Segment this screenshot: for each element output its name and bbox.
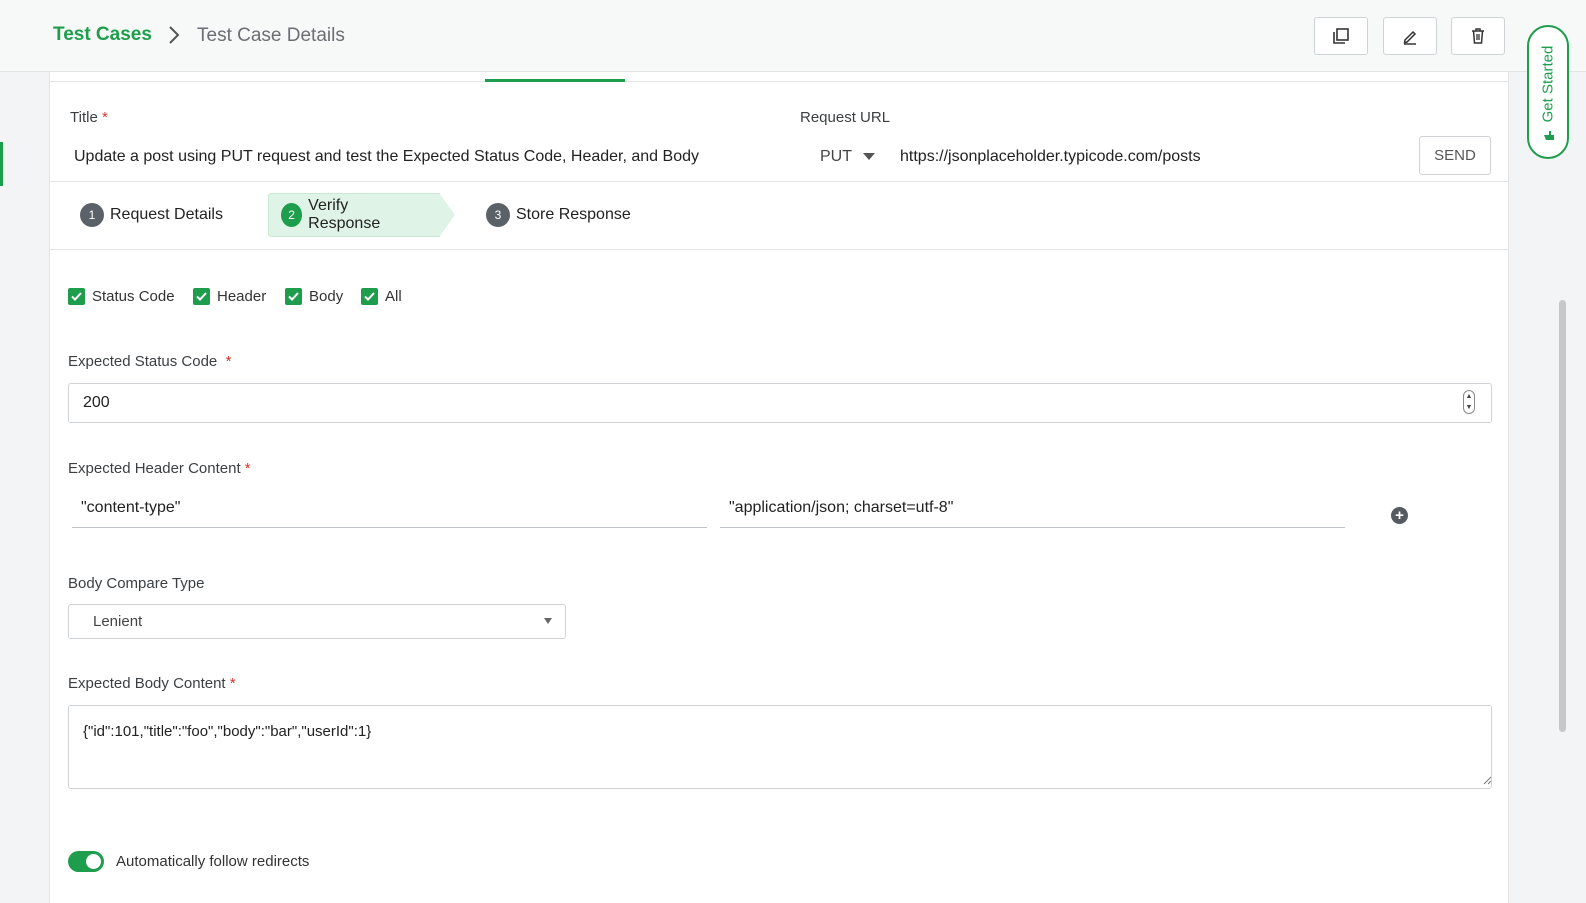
checkbox-label: Status Code (92, 288, 175, 305)
checkbox-label: All (385, 288, 402, 305)
divider (50, 181, 1508, 182)
get-started-button[interactable]: Get Started (1527, 25, 1569, 159)
step-verify-response[interactable]: 2 Verify Response (268, 193, 440, 237)
checkbox-header[interactable]: Header (193, 288, 266, 305)
duplicate-button[interactable] (1314, 17, 1368, 55)
delete-button[interactable] (1451, 17, 1505, 55)
send-button[interactable]: SEND (1419, 136, 1491, 175)
status-code-input[interactable] (68, 383, 1492, 423)
checkbox-checked-icon (285, 288, 302, 305)
nav-active-indicator (0, 142, 3, 186)
follow-redirects-toggle[interactable] (68, 851, 104, 872)
active-tab-indicator (485, 79, 625, 82)
body-compare-select[interactable] (68, 604, 566, 639)
checkbox-status-code[interactable]: Status Code (68, 288, 175, 305)
trash-icon (1472, 28, 1484, 44)
checkbox-checked-icon (193, 288, 210, 305)
status-code-label: Expected Status Code * (68, 353, 232, 370)
title-label: Title * (70, 109, 108, 126)
step-arrow (439, 193, 455, 237)
add-header-icon[interactable]: + (1391, 507, 1408, 524)
header-key-value: "content-type" (81, 499, 181, 516)
follow-redirects-label: Automatically follow redirects (116, 853, 310, 870)
step-number: 3 (486, 203, 510, 227)
step-store-response[interactable]: 3 Store Response (486, 193, 631, 237)
checkbox-body[interactable]: Body (285, 288, 343, 305)
number-spinner[interactable]: ▲ ▼ (1463, 390, 1475, 414)
step-number: 2 (281, 203, 303, 227)
body-compare-value: Lenient (93, 613, 143, 630)
step-label: Request Details (110, 206, 223, 223)
body-content-value: {"id":101,"title":"foo","body":"bar","us… (83, 723, 372, 740)
checkbox-label: Body (309, 288, 344, 305)
toggle-knob (86, 854, 101, 869)
step-number: 1 (80, 203, 104, 227)
divider (50, 249, 1508, 250)
breadcrumb-test-cases-link[interactable]: Test Cases (53, 24, 152, 46)
checkbox-checked-icon (361, 288, 378, 305)
get-started-label: Get Started (1539, 45, 1557, 123)
top-bar: Test Cases Test Case Details (0, 0, 1586, 72)
edit-icon (1403, 30, 1417, 45)
checkbox-label: Header (217, 288, 267, 305)
request-url-label: Request URL (800, 109, 891, 126)
checkbox-all[interactable]: All (361, 288, 402, 305)
caret-down-icon[interactable] (863, 153, 875, 160)
caret-down-icon (544, 618, 552, 624)
header-content-label: Expected Header Content * (68, 460, 251, 477)
step-label: Store Response (516, 206, 631, 223)
hand-pointer-icon (1544, 131, 1554, 140)
tab-divider (50, 81, 1508, 82)
checkbox-checked-icon (68, 288, 85, 305)
body-content-label: Expected Body Content * (68, 675, 236, 692)
resize-grip-icon[interactable] (1482, 775, 1492, 785)
step-request-details[interactable]: 1 Request Details (80, 193, 223, 237)
test-case-card: Title * Update a post using PUT request … (49, 72, 1509, 903)
title-field[interactable]: Update a post using PUT request and test… (74, 148, 699, 166)
status-code-value: 200 (83, 394, 110, 411)
breadcrumb-current: Test Case Details (197, 25, 345, 46)
step-label: Verify Response (308, 197, 381, 232)
method-select[interactable]: PUT (820, 148, 852, 166)
body-compare-label: Body Compare Type (68, 575, 205, 592)
edit-button[interactable] (1383, 17, 1437, 55)
body-content-textarea[interactable] (68, 705, 1492, 789)
copy-icon (1333, 28, 1349, 44)
header-value-value: "application/json; charset=utf-8" (729, 499, 954, 516)
scrollbar-thumb[interactable] (1559, 300, 1566, 732)
chevron-right-icon (169, 26, 180, 44)
request-url-field[interactable]: https://jsonplaceholder.typicode.com/pos… (900, 148, 1201, 166)
